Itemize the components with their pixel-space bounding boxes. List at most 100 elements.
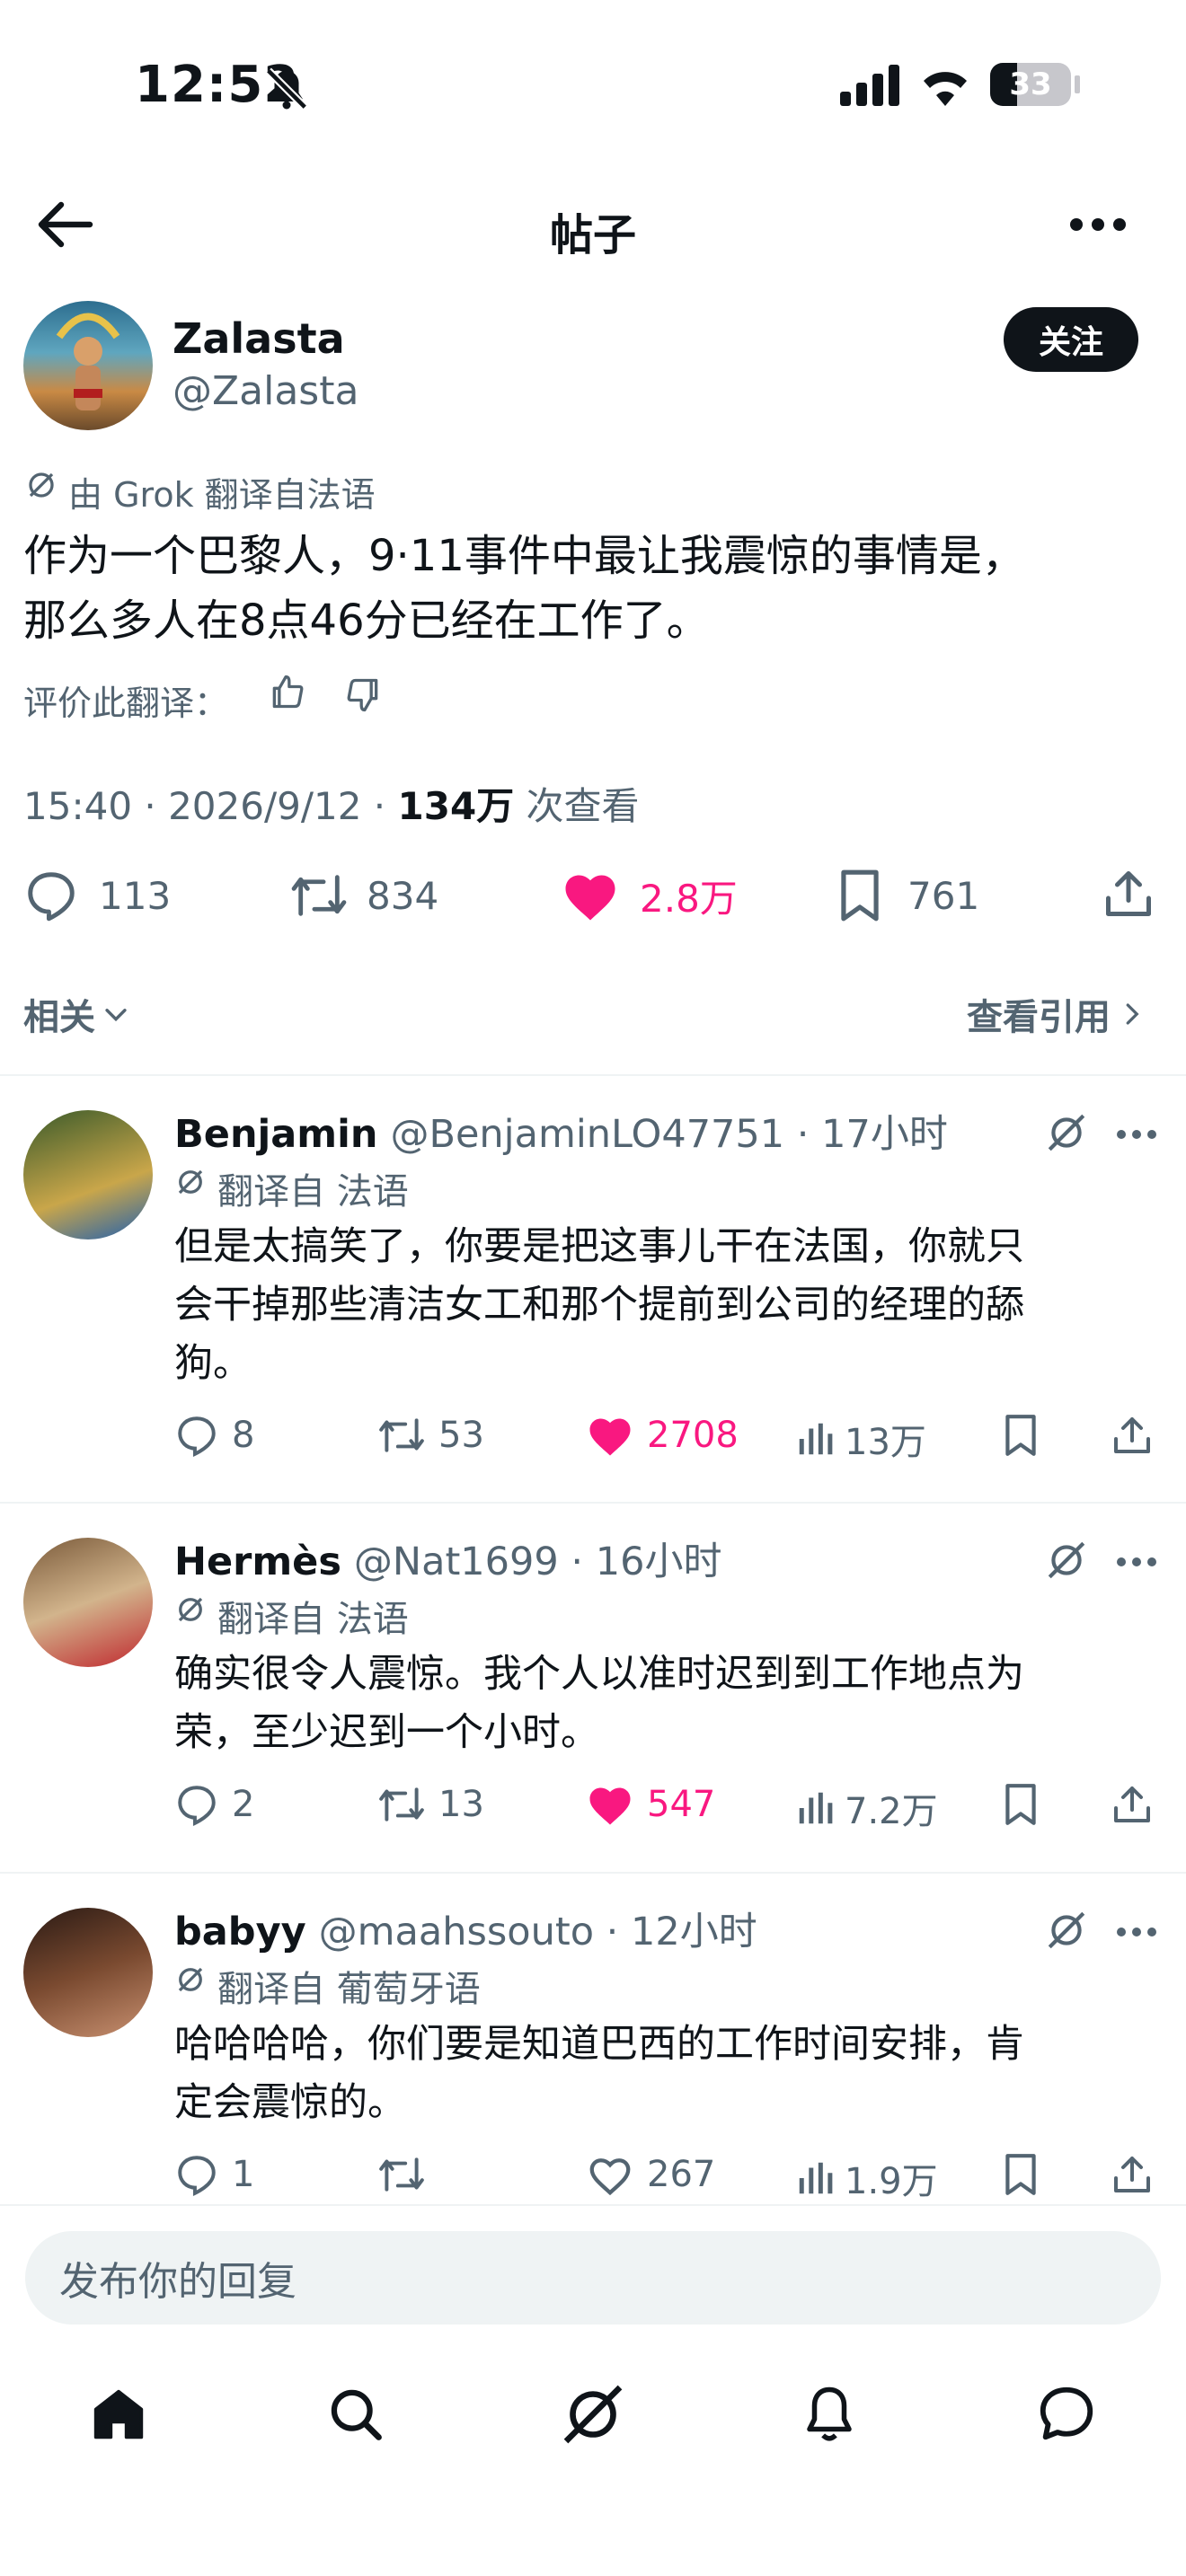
battery-icon: 33: [990, 63, 1071, 106]
view-quotes-label: 查看引用: [967, 997, 1111, 1038]
views-icon: [799, 1423, 833, 1455]
reply-views-count: 13万: [845, 1422, 926, 1463]
author-avatar[interactable]: [23, 301, 153, 430]
share-icon[interactable]: [1111, 1782, 1154, 1831]
reply-repost-action[interactable]: 13: [377, 1782, 484, 1827]
reply-repost-count: 53: [438, 1415, 484, 1456]
reply-meta: @maahssouto · 12小时: [318, 1910, 757, 1954]
reply-avatar[interactable]: [23, 1538, 153, 1667]
reply-divider: [0, 1502, 1186, 1504]
reply-text-line: 定会震惊的。: [174, 2080, 406, 2125]
share-icon[interactable]: [1111, 1413, 1154, 1461]
reply-views-action[interactable]: 1.9万: [794, 2152, 938, 2204]
views-icon: [799, 2162, 833, 2194]
reply-avatar[interactable]: [23, 1908, 153, 2037]
post-timestamp: 15:40 · 2026/9/12 · 134万 次查看: [23, 776, 640, 831]
timestamp-text: 15:40 · 2026/9/12 ·: [23, 784, 398, 828]
share-icon[interactable]: [1102, 866, 1155, 925]
reply-text-line: 哈哈哈哈，你们要是知道巴西的工作时间安排，肯: [174, 2022, 1024, 2067]
follow-button[interactable]: 关注: [1004, 307, 1138, 372]
reply-meta: @BenjaminLO47751 · 17小时: [390, 1112, 948, 1157]
reply-text-line: 狗。: [174, 1341, 252, 1386]
like-action[interactable]: 2.8万: [561, 868, 738, 923]
translate-icon: [174, 1593, 207, 1629]
related-label: 相关: [23, 997, 95, 1038]
views-icon: [799, 1792, 833, 1824]
messages-icon[interactable]: [1035, 2382, 1098, 2448]
reply-like-action[interactable]: 267: [586, 2152, 715, 2197]
reply-count: 113: [99, 873, 172, 918]
home-icon[interactable]: [88, 2384, 149, 2448]
reply-repost-action[interactable]: 53: [377, 1413, 484, 1458]
more-options-icon[interactable]: [1116, 1126, 1157, 1143]
reply-translation-note: 翻译自 法语: [217, 1171, 409, 1213]
reply-comment-count: 8: [232, 1415, 255, 1456]
battery-cap: [1075, 75, 1080, 93]
reply-divider: [0, 1872, 1186, 1874]
reply-translation-note: 翻译自 葡萄牙语: [217, 1969, 481, 2010]
bookmark-count: 761: [907, 873, 980, 918]
post-text-line-1: 作为一个巴黎人，9·11事件中最让我震惊的事情是，: [23, 531, 1025, 581]
grok-icon[interactable]: [1044, 1538, 1089, 1586]
thumbs-down-icon[interactable]: [343, 675, 383, 719]
repost-count: 834: [367, 873, 439, 918]
more-options-icon[interactable]: [1069, 216, 1127, 237]
reply-comment-action[interactable]: 1: [174, 2152, 254, 2197]
share-icon[interactable]: [1111, 2152, 1154, 2201]
reply-views-action[interactable]: 7.2万: [794, 1782, 938, 1834]
battery-level: 33: [1009, 66, 1052, 102]
reply-views-count: 1.9万: [845, 2161, 938, 2202]
wifi-icon: [918, 63, 972, 110]
reply-views-action[interactable]: 13万: [794, 1413, 926, 1465]
notifications-icon[interactable]: [800, 2382, 859, 2450]
grok-icon[interactable]: [1044, 1110, 1089, 1159]
reply-text-line: 会干掉那些清洁女工和那个提前到公司的经理的舔: [174, 1283, 1024, 1328]
views-count: 134万: [397, 784, 515, 828]
bookmark-icon[interactable]: [1001, 1413, 1040, 1461]
reply-author-name[interactable]: Hermès: [174, 1539, 341, 1584]
reply-repost-count: 13: [438, 1784, 484, 1825]
chevron-right-icon: [1126, 1003, 1139, 1025]
translate-icon: [174, 1963, 207, 1999]
reply-comment-count: 2: [232, 1784, 255, 1825]
post-text-line-2: 那么多人在8点46分已经在工作了。: [23, 595, 710, 646]
bookmark-icon[interactable]: [1001, 2152, 1040, 2201]
reply-like-count: 547: [647, 1784, 716, 1825]
grok-tab-icon[interactable]: [561, 2382, 625, 2450]
reply-header: babyy @maahssouto · 12小时: [174, 1901, 757, 1956]
rate-translation-label: 评价此翻译：: [23, 684, 229, 723]
translate-icon: [174, 1166, 207, 1202]
reply-comment-action[interactable]: 8: [174, 1413, 254, 1458]
reply-like-action[interactable]: 547: [586, 1782, 715, 1827]
reply-header: Hermès @Nat1699 · 16小时: [174, 1531, 721, 1586]
grok-icon[interactable]: [1044, 1908, 1089, 1956]
author-name[interactable]: Zalasta: [173, 314, 345, 363]
reply-views-count: 7.2万: [845, 1791, 938, 1832]
view-quotes-link[interactable]: 查看引用: [967, 988, 1145, 1040]
reply-like-count: 267: [647, 2154, 716, 2195]
reply-author-name[interactable]: Benjamin: [174, 1112, 377, 1157]
reply-action[interactable]: 113: [23, 868, 171, 923]
reply-input[interactable]: 发布你的回复: [25, 2231, 1161, 2325]
more-options-icon[interactable]: [1116, 1554, 1157, 1571]
section-divider: [0, 1074, 1186, 1076]
reply-header: Benjamin @BenjaminLO47751 · 17小时: [174, 1103, 948, 1159]
reply-comment-action[interactable]: 2: [174, 1782, 254, 1827]
reply-like-action[interactable]: 2708: [586, 1413, 739, 1458]
reply-repost-action[interactable]: [377, 2152, 438, 2197]
bookmark-action[interactable]: 761: [836, 868, 979, 923]
thumbs-up-icon[interactable]: [268, 672, 307, 715]
reply-author-name[interactable]: babyy: [174, 1910, 306, 1954]
translation-note: 由 Grok 翻译自法语: [68, 475, 376, 515]
reply-avatar[interactable]: [23, 1110, 153, 1239]
bookmark-icon[interactable]: [1001, 1782, 1040, 1831]
like-count: 2.8万: [640, 876, 738, 921]
chevron-down-icon: [105, 1009, 127, 1022]
author-handle[interactable]: @Zalasta: [173, 368, 358, 414]
reply-text-line: 但是太搞笑了，你要是把这事儿干在法国，你就只: [174, 1224, 1024, 1269]
repost-action[interactable]: 834: [289, 868, 438, 923]
search-icon[interactable]: [325, 2384, 386, 2448]
related-toggle[interactable]: 相关: [23, 988, 131, 1040]
reply-translation-note: 翻译自 法语: [217, 1599, 409, 1640]
more-options-icon[interactable]: [1116, 1924, 1157, 1941]
